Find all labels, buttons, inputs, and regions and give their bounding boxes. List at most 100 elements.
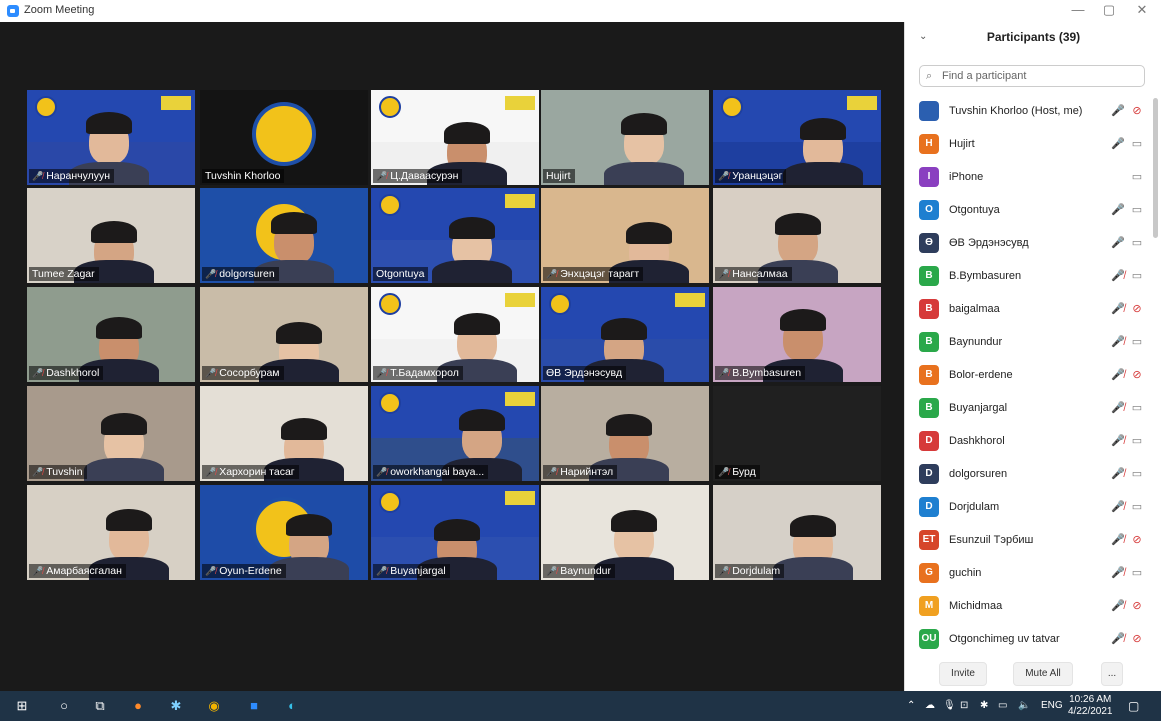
more-options-button[interactable]: ... <box>1101 662 1123 686</box>
camera-icon[interactable]: ▭ <box>1129 500 1145 513</box>
volume-icon[interactable]: 🔈 <box>1018 700 1030 711</box>
camera-off-icon[interactable]: ⊘ <box>1129 533 1145 546</box>
muted-mic-icon[interactable]: 🎤̸ <box>1111 467 1125 480</box>
participant-row[interactable]: D Dashkhorol 🎤̸ ▭ <box>905 426 1150 458</box>
video-tile[interactable]: Otgontuya <box>371 188 539 283</box>
camera-icon[interactable]: ▭ <box>1129 335 1145 348</box>
participant-row[interactable]: Bbaigalmaa 🎤̸ ⊘ <box>905 294 1150 326</box>
settings-tray-icon[interactable]: ✱ <box>980 700 988 711</box>
video-tile[interactable]: ӨВ Эрдэнэсувд <box>541 287 709 382</box>
chrome-icon[interactable]: ◉ <box>206 698 222 714</box>
active-mic-icon[interactable]: 🎤 <box>1111 203 1125 216</box>
microphone-tray-icon[interactable]: 🎙 <box>943 700 956 711</box>
participant-row[interactable]: B Bolor-erdene 🎤̸ ⊘ <box>905 360 1150 392</box>
muted-mic-icon[interactable]: 🎤̸ <box>1111 269 1125 282</box>
windows-start-icon[interactable]: ⊞ <box>14 698 30 714</box>
firefox-icon[interactable]: ● <box>130 698 146 714</box>
video-tile[interactable]: 🎤̸ Ц.Даваасурэн <box>371 90 539 185</box>
participant-row[interactable]: B Baynundur 🎤̸ ▭ <box>905 327 1150 359</box>
mute-all-button[interactable]: Mute All <box>1013 662 1073 686</box>
video-tile[interactable]: 🎤̸ B.Bymbasuren <box>713 287 881 382</box>
restore-button[interactable]: ▢ <box>1094 2 1124 18</box>
minimize-button[interactable]: — <box>1063 2 1093 17</box>
muted-mic-icon[interactable]: 🎤̸ <box>1111 434 1125 447</box>
camera-icon[interactable]: ▭ <box>1129 401 1145 414</box>
camera-icon[interactable]: ▭ <box>1129 137 1145 150</box>
video-tile[interactable]: 🎤̸ Т.Бадамхорол <box>371 287 539 382</box>
invite-button[interactable]: Invite <box>939 662 987 686</box>
participant-row[interactable]: B Buyanjargal 🎤̸ ▭ <box>905 393 1150 425</box>
video-tile[interactable]: 🎤̸ oworkhangai baya... <box>371 386 539 481</box>
notification-icon[interactable]: ▢ <box>1128 699 1139 713</box>
mic-icon[interactable]: 🎤 <box>1111 236 1125 249</box>
camera-icon[interactable]: ▭ <box>1129 434 1145 447</box>
participant-row[interactable]: IiPhone ▭ <box>905 162 1150 194</box>
video-tile[interactable]: 🎤̸ Наранчулуун <box>27 90 195 185</box>
participant-row[interactable]: M Michidmaa 🎤̸ ⊘ <box>905 591 1150 623</box>
video-tile[interactable]: Tuvshin Khorloo <box>200 90 368 185</box>
participant-row[interactable]: Ө ӨВ Эрдэнэсувд 🎤 ▭ <box>905 228 1150 260</box>
video-tile[interactable]: Tumee Zagar <box>27 188 195 283</box>
mic-icon[interactable]: 🎤 <box>1111 104 1125 117</box>
video-tile[interactable]: 🎤̸ Нансалмаа <box>713 188 881 283</box>
camera-icon[interactable]: ▭ <box>1129 269 1145 282</box>
participant-row[interactable]: OU Otgonchimeg uv tatvar 🎤̸ ⊘ <box>905 624 1150 656</box>
camera-off-icon[interactable]: ⊘ <box>1129 599 1145 612</box>
video-tile[interactable]: 🎤̸ Нарийнтэл <box>541 386 709 481</box>
display-tray-icon[interactable]: ▭ <box>998 700 1007 711</box>
muted-mic-icon[interactable]: 🎤̸ <box>1111 302 1125 315</box>
muted-mic-icon[interactable]: 🎤̸ <box>1111 533 1125 546</box>
active-mic-icon[interactable]: 🎤 <box>1111 137 1125 150</box>
video-tile[interactable]: 🎤̸ Buyanjargal <box>371 485 539 580</box>
app-icon[interactable]: ✱ <box>168 698 184 714</box>
participant-search-input[interactable]: ⌕ Find a participant <box>919 65 1145 87</box>
zoom-taskbar-icon[interactable]: ■ <box>246 698 262 714</box>
muted-mic-icon[interactable]: 🎤̸ <box>1111 401 1125 414</box>
camera-off-icon[interactable]: ⊘ <box>1129 302 1145 315</box>
video-tile[interactable]: 🎤̸ Энхцэцэг тарагт <box>541 188 709 283</box>
participant-row[interactable]: H Hujirt 🎤 ▭ <box>905 129 1150 161</box>
video-tile[interactable]: 🎤̸ Dorjdulam <box>713 485 881 580</box>
participant-row[interactable]: Ddolgorsuren 🎤̸ ▭ <box>905 459 1150 491</box>
muted-mic-icon[interactable]: 🎤̸ <box>1111 599 1125 612</box>
edge-icon[interactable]: ◐ <box>284 698 300 714</box>
camera-icon[interactable]: ▭ <box>1129 467 1145 480</box>
muted-mic-icon[interactable]: 🎤̸ <box>1111 632 1125 645</box>
camera-off-icon[interactable]: ⊘ <box>1129 632 1145 645</box>
muted-mic-icon[interactable]: 🎤̸ <box>1111 335 1125 348</box>
language-indicator[interactable]: ENG <box>1041 700 1063 711</box>
video-tile[interactable]: Hujirt <box>541 90 709 185</box>
participant-row[interactable]: D Dorjdulam 🎤̸ ▭ <box>905 492 1150 524</box>
camera-icon[interactable]: ▭ <box>1129 170 1145 183</box>
onedrive-icon[interactable]: ☁ <box>925 700 935 711</box>
participant-list-scrollbar[interactable] <box>1153 98 1158 238</box>
tray-expand-icon[interactable]: ⌃ <box>907 700 915 711</box>
network-tray-icon[interactable]: ⊡ <box>960 700 968 711</box>
video-tile[interactable]: 🎤̸ dolgorsuren <box>200 188 368 283</box>
search-circle-icon[interactable]: ○ <box>56 698 72 714</box>
video-tile[interactable]: 🎤̸ Уранцэцэг <box>713 90 881 185</box>
video-tile[interactable]: 🎤̸ Сосорбурам <box>200 287 368 382</box>
video-tile[interactable]: 🎤̸ Бурд <box>713 386 881 481</box>
participant-row[interactable]: O Otgontuya 🎤 ▭ <box>905 195 1150 227</box>
video-tile[interactable]: 🎤̸ Амарбаясгалан <box>27 485 195 580</box>
camera-icon[interactable]: ▭ <box>1129 203 1145 216</box>
taskbar-clock[interactable]: 10:26 AM 4/22/2021 <box>1068 694 1113 718</box>
participant-row[interactable]: B B.Bymbasuren 🎤̸ ▭ <box>905 261 1150 293</box>
camera-icon[interactable]: ▭ <box>1129 566 1145 579</box>
participant-row[interactable]: Gguchin 🎤̸ ▭ <box>905 558 1150 590</box>
video-tile[interactable]: 🎤̸ Хархорин тасаг <box>200 386 368 481</box>
close-button[interactable]: ✕ <box>1127 2 1157 18</box>
muted-mic-icon[interactable]: 🎤̸ <box>1111 566 1125 579</box>
muted-mic-icon[interactable]: 🎤̸ <box>1111 368 1125 381</box>
video-tile[interactable]: 🎤̸ Baynundur <box>541 485 709 580</box>
camera-off-icon[interactable]: ⊘ <box>1129 104 1145 117</box>
participant-row[interactable]: Tuvshin Khorloo (Host, me) 🎤 ⊘ <box>905 96 1150 128</box>
task-view-icon[interactable]: ⧉ <box>92 698 108 714</box>
video-tile[interactable]: 🎤̸ Tuvshin <box>27 386 195 481</box>
muted-mic-icon[interactable]: 🎤̸ <box>1111 500 1125 513</box>
camera-off-icon[interactable]: ⊘ <box>1129 368 1145 381</box>
participant-row[interactable]: ET Esunzuil Тэрбиш 🎤̸ ⊘ <box>905 525 1150 557</box>
camera-icon[interactable]: ▭ <box>1129 236 1145 249</box>
video-tile[interactable]: 🎤̸ Dashkhorol <box>27 287 195 382</box>
